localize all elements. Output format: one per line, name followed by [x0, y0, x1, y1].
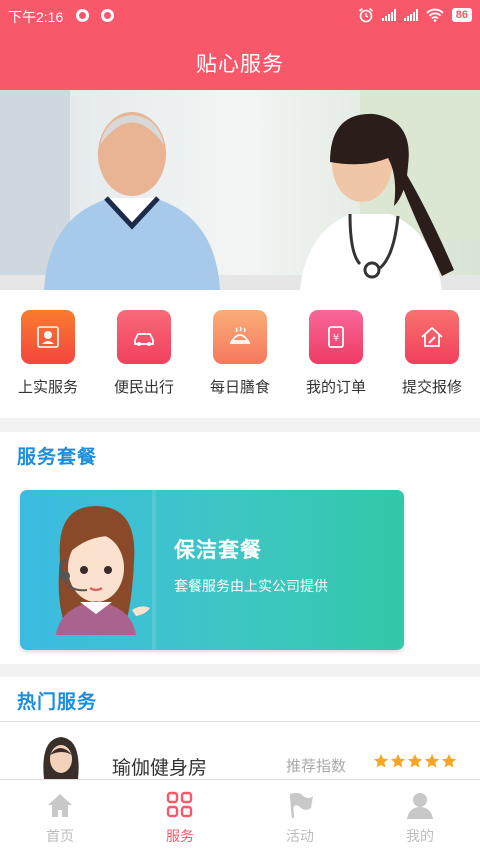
quick-action-travel[interactable]: 便民出行 — [96, 310, 192, 397]
star-icon — [441, 754, 457, 768]
rating-stars — [373, 753, 457, 769]
quick-action-service[interactable]: 上实服务 — [0, 310, 96, 397]
quick-action-label: 提交报修 — [401, 379, 462, 396]
wifi-icon — [426, 8, 444, 22]
star-icon — [407, 754, 423, 768]
section-title: 服务套餐 — [17, 447, 98, 468]
page-title: 贴心服务 — [196, 53, 284, 76]
user-icon — [407, 793, 433, 819]
star-icon — [390, 754, 406, 768]
quick-action-orders[interactable]: ¥ 我的订单 — [288, 310, 384, 397]
battery-icon: 86 — [451, 8, 472, 22]
quick-action-label: 我的订单 — [305, 379, 366, 396]
tab-bar: 首页 服务 活动 我的 — [0, 779, 480, 853]
star-icon — [373, 754, 389, 768]
status-icons: 86 — [358, 6, 472, 24]
tab-home[interactable]: 首页 — [0, 780, 120, 853]
alarm-icon — [358, 7, 373, 23]
status-time: 下午2:16 — [8, 9, 64, 25]
flag-icon — [289, 792, 313, 819]
person-icon — [21, 310, 75, 364]
customer-service-illustration — [56, 490, 156, 650]
banner-image — [0, 90, 480, 290]
svg-text:¥: ¥ — [333, 333, 339, 344]
tab-mine[interactable]: 我的 — [360, 780, 480, 853]
divider — [0, 721, 480, 722]
star-icon — [424, 754, 440, 768]
service-avatar — [43, 737, 79, 779]
tab-service[interactable]: 服务 — [120, 780, 240, 853]
signal-icon — [403, 9, 418, 21]
tab-label: 我的 — [406, 828, 434, 844]
recommend-label: 推荐指数 — [286, 758, 347, 775]
car-icon — [117, 310, 171, 364]
tab-activity[interactable]: 活动 — [240, 780, 360, 853]
banner-carousel[interactable] — [0, 90, 480, 290]
tab-label: 首页 — [46, 828, 74, 844]
home-icon — [48, 794, 72, 817]
food-tray-icon — [213, 310, 267, 364]
quick-action-label: 上实服务 — [17, 379, 78, 396]
notification-dot-icon — [76, 9, 89, 22]
section-title: 热门服务 — [17, 692, 98, 713]
package-title: 保洁套餐 — [174, 539, 262, 562]
packages-section: 服务套餐 保洁套餐 套餐服务由上实公司提供 — [0, 432, 480, 664]
package-subtitle: 套餐服务由上实公司提供 — [174, 578, 328, 594]
hot-service-name: 瑜伽健身房 — [112, 758, 208, 779]
quick-action-label: 每日膳食 — [209, 379, 270, 396]
quick-actions: 上实服务 便民出行 每日膳食 ¥ 我的订单 提交报修 — [0, 290, 480, 418]
status-bar: 下午2:16 86 — [0, 0, 480, 30]
tab-label: 服务 — [166, 828, 194, 844]
grid-icon — [166, 791, 193, 818]
quick-action-repair[interactable]: 提交报修 — [384, 310, 480, 397]
order-icon: ¥ — [309, 310, 363, 364]
hot-services-section: 热门服务 瑜伽健身房 推荐指数 — [0, 677, 480, 779]
quick-action-label: 便民出行 — [113, 379, 174, 396]
package-card[interactable]: 保洁套餐 套餐服务由上实公司提供 — [20, 490, 404, 650]
quick-action-meal[interactable]: 每日膳食 — [192, 310, 288, 397]
tab-label: 活动 — [286, 828, 314, 844]
repair-house-icon — [405, 310, 459, 364]
signal-icon — [381, 9, 396, 21]
nav-bar: 贴心服务 — [0, 30, 480, 90]
notification-dot-icon — [101, 9, 114, 22]
